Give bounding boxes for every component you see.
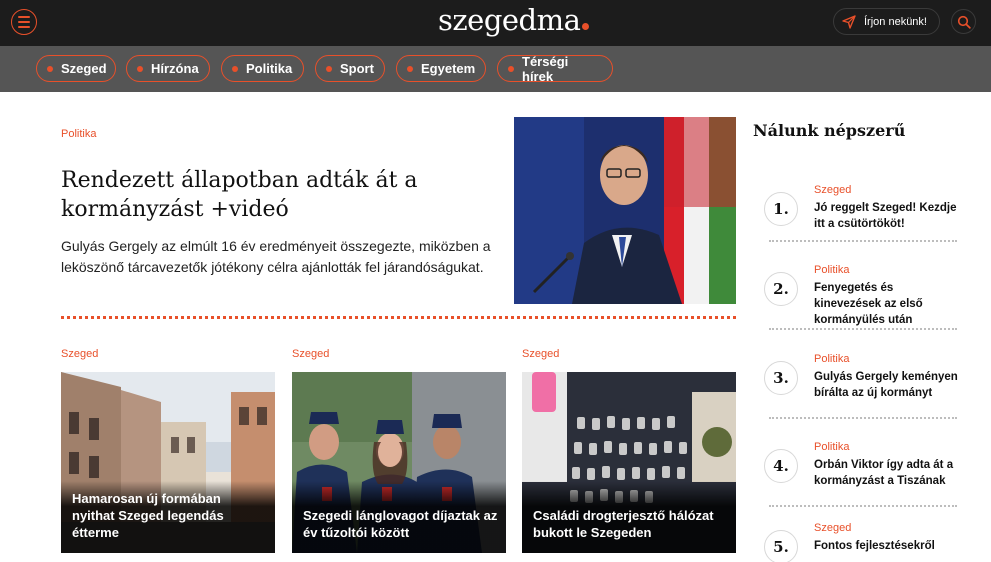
nav-item-hirzona[interactable]: Hírzóna (126, 55, 210, 82)
nav-item-egyetem[interactable]: Egyetem (396, 55, 486, 82)
write-to-us-button[interactable]: Írjon nekünk! (833, 8, 940, 35)
menu-icon-line (18, 26, 30, 28)
popular-title-link[interactable]: Gulyás Gergely keményen bírálta az új ko… (814, 369, 959, 401)
popular-rank: 3. (764, 361, 798, 395)
nav-item-label: Térségi hírek (522, 53, 569, 84)
nav-item-label: Hírzóna (151, 61, 199, 76)
bullet-icon (137, 65, 143, 72)
popular-divider (769, 417, 957, 419)
article-card[interactable]: Szegedi lánglovagot díjaztak az év tűzol… (292, 372, 506, 553)
nav-item-label: Egyetem (421, 61, 476, 76)
menu-button[interactable] (11, 9, 37, 35)
popular-rank: 1. (764, 192, 798, 226)
popular-title-link[interactable]: Orbán Viktor így adta át a kormányzást a… (814, 457, 959, 489)
popular-category[interactable]: Szeged (814, 184, 851, 196)
card-title[interactable]: Családi drogterjesztő hálózat bukott le … (533, 507, 728, 541)
bullet-icon (508, 65, 514, 72)
card-category[interactable]: Szeged (522, 348, 559, 360)
bullet-icon (326, 65, 332, 72)
nav-item-sport[interactable]: Sport (315, 55, 385, 82)
article-card[interactable]: Hamarosan új formában nyithat Szeged leg… (61, 372, 275, 553)
popular-category[interactable]: Politika (814, 264, 849, 276)
nav-item-label: Politika (246, 61, 293, 76)
bullet-icon (407, 65, 413, 72)
popular-rank: 2. (764, 272, 798, 306)
popular-divider (769, 328, 957, 330)
hero-image[interactable] (514, 117, 736, 304)
search-icon (957, 15, 971, 29)
menu-icon-line (18, 21, 30, 23)
logo-dot (582, 23, 589, 30)
category-nav: Szeged Hírzóna Politika Sport Egyetem Té… (0, 46, 991, 92)
popular-title-link[interactable]: Jó reggelt Szeged! Kezdje itt a csütörtö… (814, 200, 959, 232)
site-logo[interactable]: szegedma (438, 3, 581, 37)
card-category[interactable]: Szeged (61, 348, 98, 360)
nav-item-label: Sport (340, 61, 374, 76)
search-button[interactable] (951, 9, 976, 34)
popular-divider (769, 240, 957, 242)
hero-category[interactable]: Politika (61, 128, 96, 140)
popular-title-link[interactable]: Fontos fejlesztésekről (814, 538, 959, 554)
popular-divider (769, 505, 957, 507)
popular-title-link[interactable]: Fenyegetés és kinevezések az első kormán… (814, 280, 959, 328)
top-bar: szegedma Írjon nekünk! (0, 0, 991, 46)
write-to-us-label: Írjon nekünk! (864, 15, 927, 28)
hero-lead: Gulyás Gergely az elmúlt 16 év eredménye… (61, 238, 491, 275)
nav-item-politika[interactable]: Politika (221, 55, 304, 82)
popular-category[interactable]: Szeged (814, 522, 851, 534)
bullet-icon (232, 65, 238, 72)
send-icon (842, 14, 856, 29)
popular-category[interactable]: Politika (814, 353, 849, 365)
nav-item-tersegi-hirek[interactable]: Térségi hírek (497, 53, 613, 84)
section-divider (61, 316, 736, 319)
article-card[interactable]: Családi drogterjesztő hálózat bukott le … (522, 372, 736, 553)
card-title[interactable]: Szegedi lánglovagot díjaztak az év tűzol… (303, 507, 498, 541)
nav-item-label: Szeged (61, 61, 107, 76)
popular-rank: 4. (764, 449, 798, 483)
hero-title[interactable]: Rendezett állapotban adták át a kormányz… (61, 166, 491, 224)
menu-icon (18, 16, 30, 18)
popular-rank: 5. (764, 530, 798, 562)
card-category[interactable]: Szeged (292, 348, 329, 360)
nav-item-szeged[interactable]: Szeged (36, 55, 116, 82)
bullet-icon (47, 65, 53, 72)
hero-photo (514, 117, 736, 304)
popular-category[interactable]: Politika (814, 441, 849, 453)
card-title[interactable]: Hamarosan új formában nyithat Szeged leg… (72, 490, 267, 541)
popular-title: Nálunk népszerű (753, 121, 906, 140)
